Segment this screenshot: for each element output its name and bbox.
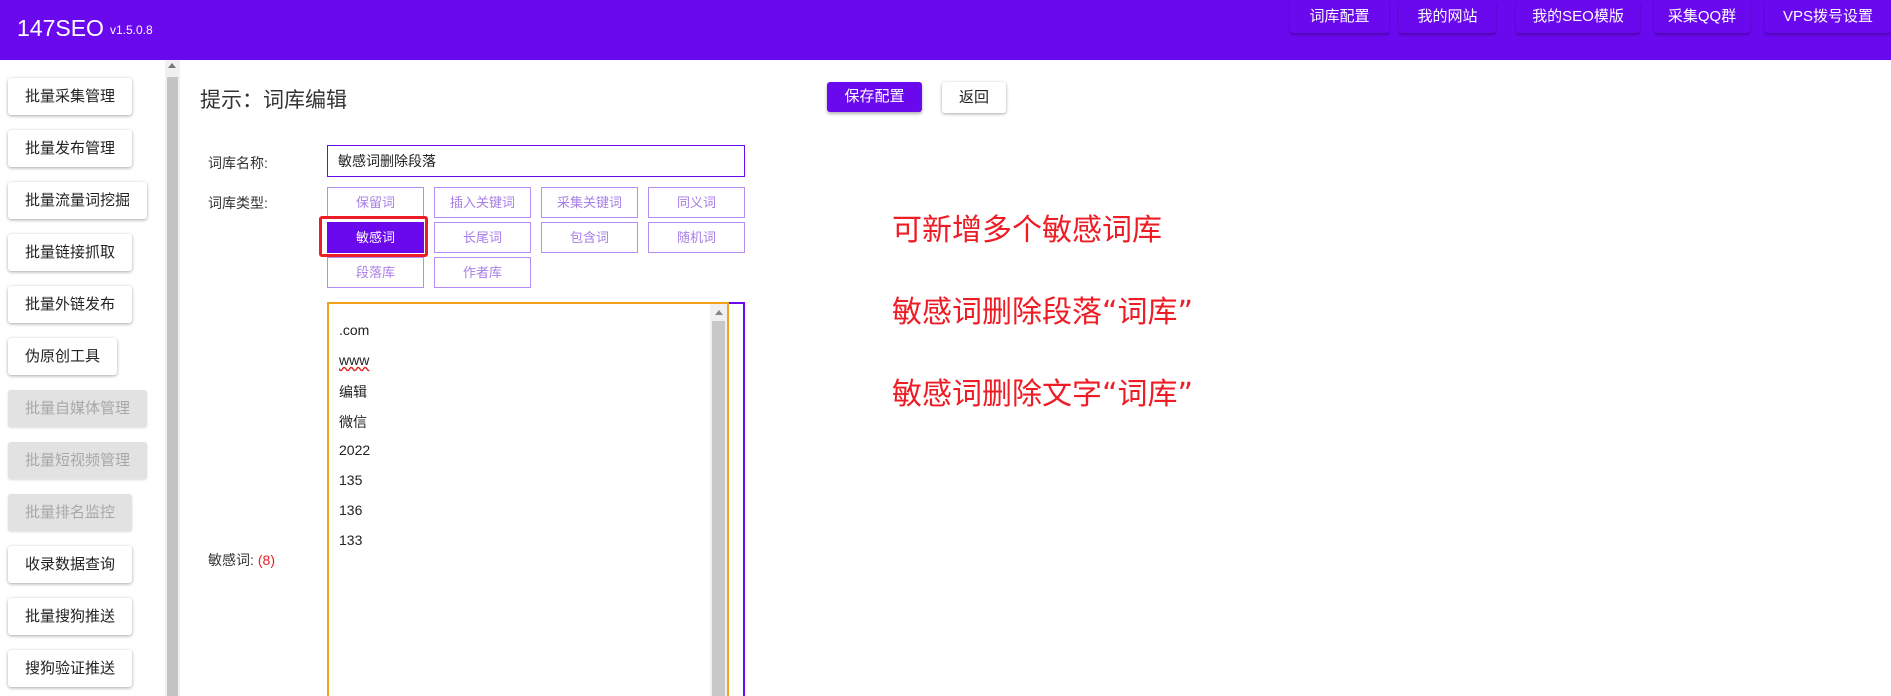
sensitive-words-textarea[interactable]: .com www 编辑 微信 2022 135 136 133 [327, 302, 729, 696]
nav-lexicon-config[interactable]: 词库配置 [1290, 0, 1389, 33]
textarea-scrollbar[interactable] [710, 304, 727, 696]
sidebar-item-media-manage: 批量自媒体管理 [8, 390, 148, 427]
sensitive-words-label-text: 敏感词: [208, 552, 254, 568]
word-line: 编辑 [339, 384, 367, 400]
nav-vps-dialup[interactable]: VPS拨号设置 [1765, 0, 1891, 33]
sidebar-item-rewrite-tool[interactable]: 伪原创工具 [8, 338, 118, 375]
type-option-collect-keyword[interactable]: 采集关键词 [541, 187, 638, 218]
top-bar: 147SEO v1.5.0.8 词库配置 我的网站 我的SEO模版 采集QQ群 V… [0, 0, 1891, 60]
type-option-paragraph[interactable]: 段落库 [327, 257, 424, 288]
annotation-delete-text: 敏感词删除文字“词库” [892, 377, 1194, 412]
lexicon-name-input[interactable] [327, 145, 745, 177]
word-line: 2022 [339, 442, 371, 458]
textarea-outline [728, 302, 745, 696]
app-brand: 147SEO v1.5.0.8 [17, 15, 153, 42]
back-button[interactable]: 返回 [942, 82, 1006, 113]
scroll-up-arrow-icon[interactable] [715, 310, 723, 315]
lexicon-type-label: 词库类型: [208, 195, 268, 211]
nav-seo-templates[interactable]: 我的SEO模版 [1516, 0, 1640, 33]
sidebar-item-video-manage: 批量短视频管理 [8, 442, 148, 479]
type-option-author[interactable]: 作者库 [434, 257, 531, 288]
type-option-insert-keyword[interactable]: 插入关键词 [434, 187, 531, 218]
page-title: 提示：词库编辑 [200, 89, 347, 112]
word-line: 135 [339, 472, 363, 488]
sidebar-item-rank-monitor: 批量排名监控 [8, 494, 133, 531]
type-option-random[interactable]: 随机词 [648, 222, 745, 253]
word-line: 133 [339, 532, 363, 548]
save-config-button[interactable]: 保存配置 [827, 82, 922, 112]
sensitive-words-count: (8) [257, 552, 276, 568]
lexicon-name-label: 词库名称: [208, 155, 268, 171]
sidebar-item-link-crawl[interactable]: 批量链接抓取 [8, 234, 133, 271]
type-option-long-tail[interactable]: 长尾词 [434, 222, 531, 253]
sidebar-item-index-query[interactable]: 收录数据查询 [8, 546, 133, 583]
sidebar-item-batch-publish[interactable]: 批量发布管理 [8, 130, 133, 167]
sidebar-scrollbar-thumb[interactable] [167, 77, 178, 696]
sidebar-item-sogou-verify-push[interactable]: 搜狗验证推送 [8, 650, 133, 687]
type-option-contains[interactable]: 包含词 [541, 222, 638, 253]
type-option-synonym[interactable]: 同义词 [648, 187, 745, 218]
app-name: 147SEO [17, 15, 104, 41]
nav-my-sites[interactable]: 我的网站 [1399, 0, 1496, 33]
sidebar: 批量采集管理 批量发布管理 批量流量词挖掘 批量链接抓取 批量外链发布 伪原创工… [0, 60, 165, 696]
sidebar-item-sogou-push[interactable]: 批量搜狗推送 [8, 598, 133, 635]
scroll-up-arrow-icon[interactable] [168, 63, 176, 68]
type-option-reserved[interactable]: 保留词 [327, 187, 424, 218]
app-version: v1.5.0.8 [109, 23, 153, 37]
nav-qq-groups[interactable]: 采集QQ群 [1654, 0, 1750, 33]
highlight-box [319, 216, 428, 257]
word-line: 136 [339, 502, 363, 518]
sidebar-item-keyword-mining[interactable]: 批量流量词挖掘 [8, 182, 148, 219]
word-line: 微信 [339, 414, 367, 430]
sensitive-words-label: 敏感词: (8) [208, 550, 275, 570]
annotation-add-lexicons: 可新增多个敏感词库 [892, 213, 1162, 248]
word-line: .com [339, 322, 370, 338]
word-line: www [339, 352, 370, 368]
sidebar-item-backlink-publish[interactable]: 批量外链发布 [8, 286, 133, 323]
textarea-scrollbar-thumb[interactable] [712, 321, 725, 696]
sidebar-item-batch-collect[interactable]: 批量采集管理 [8, 78, 133, 115]
annotation-delete-paragraph: 敏感词删除段落“词库” [892, 295, 1194, 330]
